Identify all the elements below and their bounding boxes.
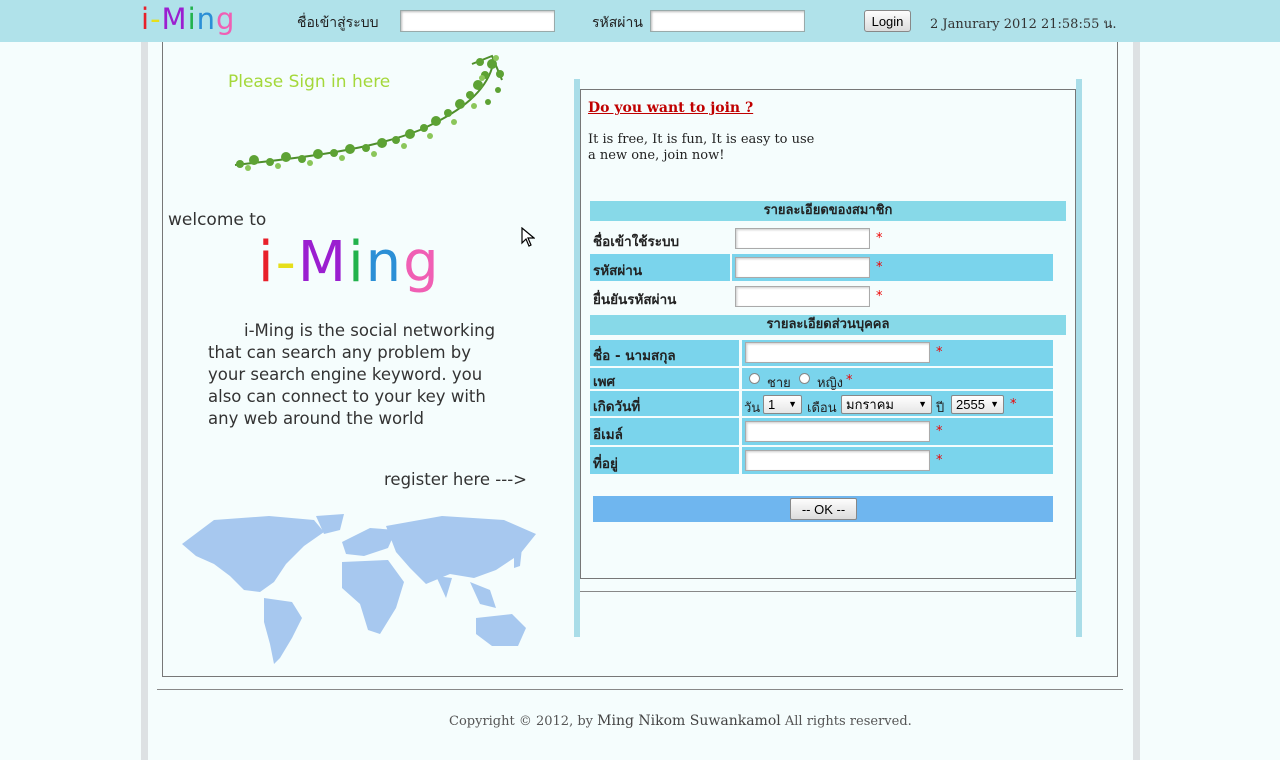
username-input[interactable] <box>735 228 870 249</box>
gender-male-radio[interactable] <box>749 373 760 384</box>
logo-char: i <box>141 2 151 36</box>
year-label: ปี <box>936 401 945 416</box>
month-label: เดือน <box>807 401 837 416</box>
chevron-down-icon: ▼ <box>918 399 927 409</box>
logo-char: i <box>348 230 366 295</box>
vine-arrow-icon <box>234 54 504 171</box>
welcome-text: welcome to <box>168 210 267 230</box>
logo-char: - <box>150 2 162 36</box>
required-mark: * <box>876 260 883 275</box>
required-mark: * <box>936 424 943 439</box>
header-password-input[interactable] <box>650 10 805 32</box>
chevron-down-icon: ▼ <box>788 399 797 409</box>
join-title: Do you want to join ? <box>588 100 754 116</box>
mouse-cursor-icon <box>521 227 535 247</box>
sign-in-text: Please Sign in here <box>228 72 391 92</box>
confirm-password-label: ยื่นยันรหัสผ่าน <box>593 292 677 308</box>
header-username-label: ชื่อเข้าสู่ระบบ <box>297 15 379 31</box>
name-label: ชื่อ - นามสกุล <box>593 348 676 364</box>
footer-prefix: Copyright © 2012, by <box>449 714 598 729</box>
password-label: รหัสผ่าน <box>593 263 643 279</box>
logo-char: M <box>161 2 188 36</box>
year-value: 2555 <box>956 397 985 412</box>
register-hint: register here ---> <box>384 470 527 489</box>
logo-char: g <box>216 2 236 36</box>
site-description: i-Ming is the social networking that can… <box>208 320 508 430</box>
year-select[interactable]: 2555 ▼ <box>951 395 1004 414</box>
panel-divider <box>580 591 1076 592</box>
logo-char: - <box>275 230 298 295</box>
personal-section-header: รายละเอียดส่วนบุคคล <box>590 315 1066 335</box>
member-section-header: รายละเอียดของสมาชิก <box>590 201 1066 221</box>
left-side-bar <box>141 42 148 760</box>
required-mark: * <box>876 289 883 304</box>
birthday-label: เกิดวันที่ <box>593 399 641 415</box>
logo-char: n <box>196 2 217 36</box>
welcome-logo: i-Ming <box>258 228 441 298</box>
join-line-2: a new one, join now! <box>588 148 725 163</box>
footer-suffix: All rights reserved. <box>780 714 912 729</box>
required-mark: * <box>876 231 883 246</box>
header-username-input[interactable] <box>400 10 555 32</box>
password-input[interactable] <box>735 257 870 278</box>
join-line-1: It is free, It is fun, It is easy to use <box>588 132 815 147</box>
day-select[interactable]: 1 ▼ <box>763 395 802 414</box>
logo-char: n <box>365 230 404 295</box>
gender-female-radio[interactable] <box>799 373 810 384</box>
header-logo[interactable]: i-Ming <box>141 2 235 36</box>
footer-author: Ming Nikom Suwankamol <box>597 713 781 729</box>
header-datetime: 2 Janurary 2012 21:58:55 น. <box>930 17 1117 32</box>
logo-char: i <box>187 2 197 36</box>
username-label: ชื่อเข้าใช้ระบบ <box>593 234 680 250</box>
chevron-down-icon: ▼ <box>990 399 999 409</box>
login-button[interactable]: Login <box>864 10 911 32</box>
panel-right-bar <box>1076 79 1082 637</box>
required-mark: * <box>846 373 853 388</box>
required-mark: * <box>936 453 943 468</box>
day-value: 1 <box>768 397 776 412</box>
confirm-password-input[interactable] <box>735 286 870 307</box>
logo-char: i <box>258 230 276 295</box>
gender-male-label: ชาย <box>767 376 791 391</box>
gender-female-label: หญิง <box>817 376 843 391</box>
name-input[interactable] <box>745 342 930 363</box>
day-label: วัน <box>744 401 761 416</box>
required-mark: * <box>936 345 943 360</box>
address-label: ที่อยู่ <box>593 456 618 472</box>
email-label: อีเมล์ <box>593 427 623 443</box>
site-description-text: i-Ming is the social networking that can… <box>208 321 496 428</box>
email-input[interactable] <box>745 421 930 442</box>
footer-divider <box>157 689 1123 690</box>
top-bar: i-Ming ชื่อเข้าสู่ระบบ รหัสผ่าน Login 2 … <box>0 0 1280 42</box>
logo-char: g <box>403 230 441 295</box>
join-description: It is free, It is fun, It is easy to use… <box>588 132 814 164</box>
right-side-bar <box>1133 42 1140 760</box>
required-mark: * <box>1010 397 1017 412</box>
world-map-icon <box>182 514 536 664</box>
month-select[interactable]: มกราคม ▼ <box>841 395 932 414</box>
logo-char: M <box>297 230 349 295</box>
month-value: มกราคม <box>846 397 894 412</box>
footer: Copyright © 2012, by Ming Nikom Suwankam… <box>449 713 912 729</box>
ok-button[interactable]: -- OK -- <box>790 498 857 520</box>
gender-label: เพศ <box>593 374 616 390</box>
header-password-label: รหัสผ่าน <box>592 15 643 31</box>
address-input[interactable] <box>745 450 930 471</box>
